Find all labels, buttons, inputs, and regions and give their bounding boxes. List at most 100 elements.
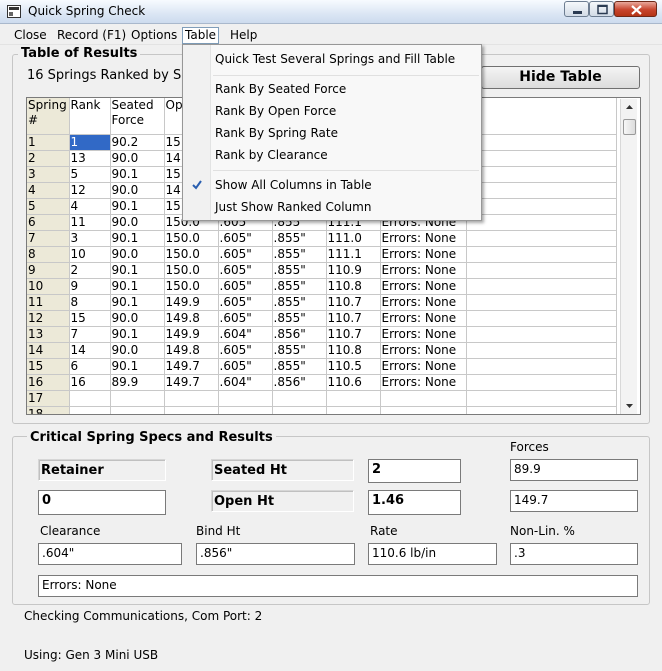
table-cell[interactable]: 149.8 [164,310,219,327]
table-cell[interactable]: 149.9 [164,294,219,311]
table-cell[interactable] [69,390,111,407]
table-cell[interactable]: .855" [272,294,327,311]
table-cell[interactable]: 7 [69,326,111,343]
scroll-thumb[interactable] [623,119,636,135]
table-cell[interactable] [110,406,165,414]
table-cell[interactable]: .855" [272,358,327,375]
table-cell[interactable]: 90.1 [110,294,165,311]
table-cell[interactable]: 5 [69,166,111,183]
table-cell[interactable]: 149.7 [164,374,219,391]
menu-close[interactable]: Close [11,27,50,44]
row-header-cell[interactable]: 14 [27,342,70,359]
table-cell[interactable]: .604" [218,326,273,343]
menu-item-show-all-columns[interactable]: Show All Columns in Table [215,178,372,192]
table-cell[interactable]: 111.0 [326,230,381,247]
retainer-input[interactable]: 0 [38,490,166,515]
row-header-cell[interactable]: 9 [27,262,70,279]
table-row[interactable]: 17 [27,390,617,407]
table-cell[interactable]: Errors: None [380,262,467,279]
table-cell[interactable]: .856" [272,326,327,343]
table-cell[interactable]: 110.9 [326,262,381,279]
table-cell[interactable]: 90.1 [110,278,165,295]
table-cell[interactable]: .605" [218,358,273,375]
row-header-cell[interactable]: 1 [27,134,70,151]
table-row[interactable]: 7 3 90.1 150.0.605" .855" 111.0 Errors: None [27,230,617,247]
table-cell[interactable]: 149.9 [164,326,219,343]
table-cell[interactable]: 90.1 [110,326,165,343]
menu-record[interactable]: Record (F1) [54,27,129,44]
row-header-cell[interactable]: 2 [27,150,70,167]
table-cell[interactable]: .604" [218,374,273,391]
table-cell[interactable]: .855" [272,246,327,263]
table-cell[interactable] [466,182,617,199]
table-cell[interactable]: 11 [69,214,111,231]
table-cell[interactable] [326,406,381,414]
table-cell[interactable]: .605" [218,278,273,295]
table-cell[interactable] [466,214,617,231]
table-cell[interactable] [164,406,219,414]
table-cell[interactable]: 15 [69,310,111,327]
table-cell[interactable] [466,134,617,151]
table-cell[interactable] [466,150,617,167]
row-header-cell[interactable]: 17 [27,390,70,407]
table-cell[interactable]: .855" [272,310,327,327]
table-cell[interactable]: Errors: None [380,278,467,295]
row-header-cell[interactable]: 8 [27,246,70,263]
table-cell[interactable]: 150.0 [164,278,219,295]
row-header-cell[interactable]: 3 [27,166,70,183]
table-cell[interactable]: .605" [218,230,273,247]
table-cell[interactable]: Errors: None [380,246,467,263]
menu-item-rank-seated-force[interactable]: Rank By Seated Force [215,82,346,96]
table-cell[interactable]: Errors: None [380,358,467,375]
table-row[interactable]: 18 [27,406,617,414]
header-seated-force[interactable]: Seated Force [110,98,165,135]
row-header-cell[interactable]: 16 [27,374,70,391]
table-cell[interactable] [380,390,467,407]
table-cell[interactable] [466,326,617,343]
table-cell[interactable]: 110.6 [326,374,381,391]
table-cell[interactable]: 13 [69,150,111,167]
table-cell[interactable] [466,166,617,183]
table-row[interactable]: 8 10 90.0 150.0.605" .855" 111.1 Errors: None [27,246,617,263]
table-cell[interactable]: Errors: None [380,294,467,311]
menu-table[interactable]: Table [182,27,220,44]
table-cell[interactable]: Errors: None [380,374,467,391]
header-rank[interactable]: Rank [69,98,111,135]
table-row[interactable]: 12 15 90.0 149.8.605" .855" 110.7 Errors: None [27,310,617,327]
table-cell[interactable]: 12 [69,182,111,199]
open-ht-input[interactable]: 1.46 [368,490,461,515]
table-cell[interactable]: 110.7 [326,294,381,311]
table-cell[interactable] [466,246,617,263]
table-cell[interactable]: .605" [218,262,273,279]
menu-item-quick-test[interactable]: Quick Test Several Springs and Fill Tabl… [215,52,455,66]
table-cell[interactable] [218,390,273,407]
table-cell[interactable] [466,342,617,359]
table-cell[interactable] [466,230,617,247]
table-cell[interactable]: 16 [69,374,111,391]
row-header-cell[interactable]: 10 [27,278,70,295]
table-cell[interactable]: 8 [69,294,111,311]
table-cell[interactable] [466,390,617,407]
row-header-cell[interactable]: 11 [27,294,70,311]
table-cell[interactable]: 110.7 [326,326,381,343]
table-cell[interactable] [218,406,273,414]
row-header-cell[interactable]: 5 [27,198,70,215]
table-cell[interactable]: 90.0 [110,214,165,231]
scroll-up-icon[interactable] [621,99,638,116]
table-cell[interactable]: 90.0 [110,150,165,167]
menu-help[interactable]: Help [227,27,260,44]
scroll-down-icon[interactable] [621,397,638,414]
table-cell[interactable]: 90.1 [110,358,165,375]
table-cell[interactable] [380,406,467,414]
header-spring[interactable]: Spring # [27,98,70,135]
table-cell[interactable] [272,406,327,414]
table-cell[interactable]: 150.0 [164,262,219,279]
table-cell[interactable]: .605" [218,246,273,263]
menu-item-just-ranked-column[interactable]: Just Show Ranked Column [215,200,371,214]
table-cell[interactable]: .605" [218,294,273,311]
table-row[interactable]: 10 9 90.1 150.0.605" .855" 110.8 Errors: None [27,278,617,295]
row-header-cell[interactable]: 18 [27,406,70,414]
table-cell[interactable]: 89.9 [110,374,165,391]
table-cell[interactable]: .855" [272,230,327,247]
menu-item-rank-spring-rate[interactable]: Rank By Spring Rate [215,126,338,140]
